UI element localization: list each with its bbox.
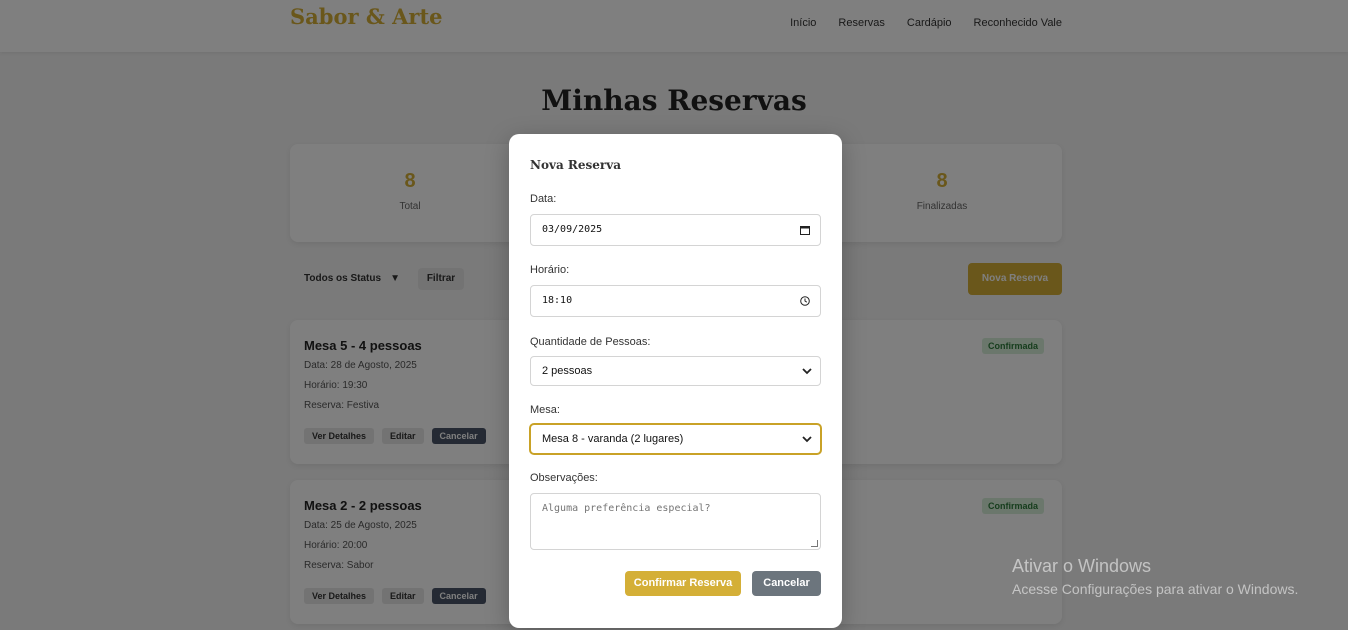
cancel-button[interactable]: Cancelar [752, 571, 821, 596]
date-value: 03/09/2025 [542, 224, 603, 235]
chevron-down-icon [802, 357, 812, 385]
date-input[interactable]: 03/09/2025 [530, 214, 821, 246]
table-select[interactable]: Mesa 8 - varanda (2 lugares) [530, 424, 821, 454]
resize-handle-icon[interactable] [811, 540, 818, 547]
time-input[interactable]: 18:10 [530, 285, 821, 317]
table-value: Mesa 8 - varanda (2 lugares) [542, 433, 684, 445]
watermark-title: Ativar o Windows [1012, 556, 1152, 576]
people-select[interactable]: 2 pessoas [530, 356, 821, 386]
people-value: 2 pessoas [542, 365, 593, 377]
windows-activation-watermark: Ativar o Windows Acesse Configurações pa… [1012, 556, 1298, 597]
notes-label: Observações: [530, 472, 598, 484]
table-label: Mesa: [530, 404, 560, 416]
people-label: Quantidade de Pessoas: [530, 336, 651, 348]
clock-icon[interactable] [800, 286, 810, 316]
modal-title: Nova Reserva [530, 158, 621, 172]
time-value: 18:10 [542, 295, 573, 306]
chevron-down-icon [802, 425, 812, 453]
confirm-reservation-button[interactable]: Confirmar Reserva [625, 571, 741, 596]
date-label: Data: [530, 193, 557, 205]
notes-textarea[interactable]: Alguma preferência especial? [530, 493, 821, 550]
time-label: Horário: [530, 264, 570, 276]
calendar-icon[interactable] [800, 215, 810, 245]
new-reservation-modal: Nova Reserva Data: 03/09/2025 Horário: 1… [509, 134, 842, 628]
notes-placeholder: Alguma preferência especial? [542, 503, 711, 514]
watermark-subtitle: Acesse Configurações para ativar o Windo… [1012, 581, 1299, 597]
